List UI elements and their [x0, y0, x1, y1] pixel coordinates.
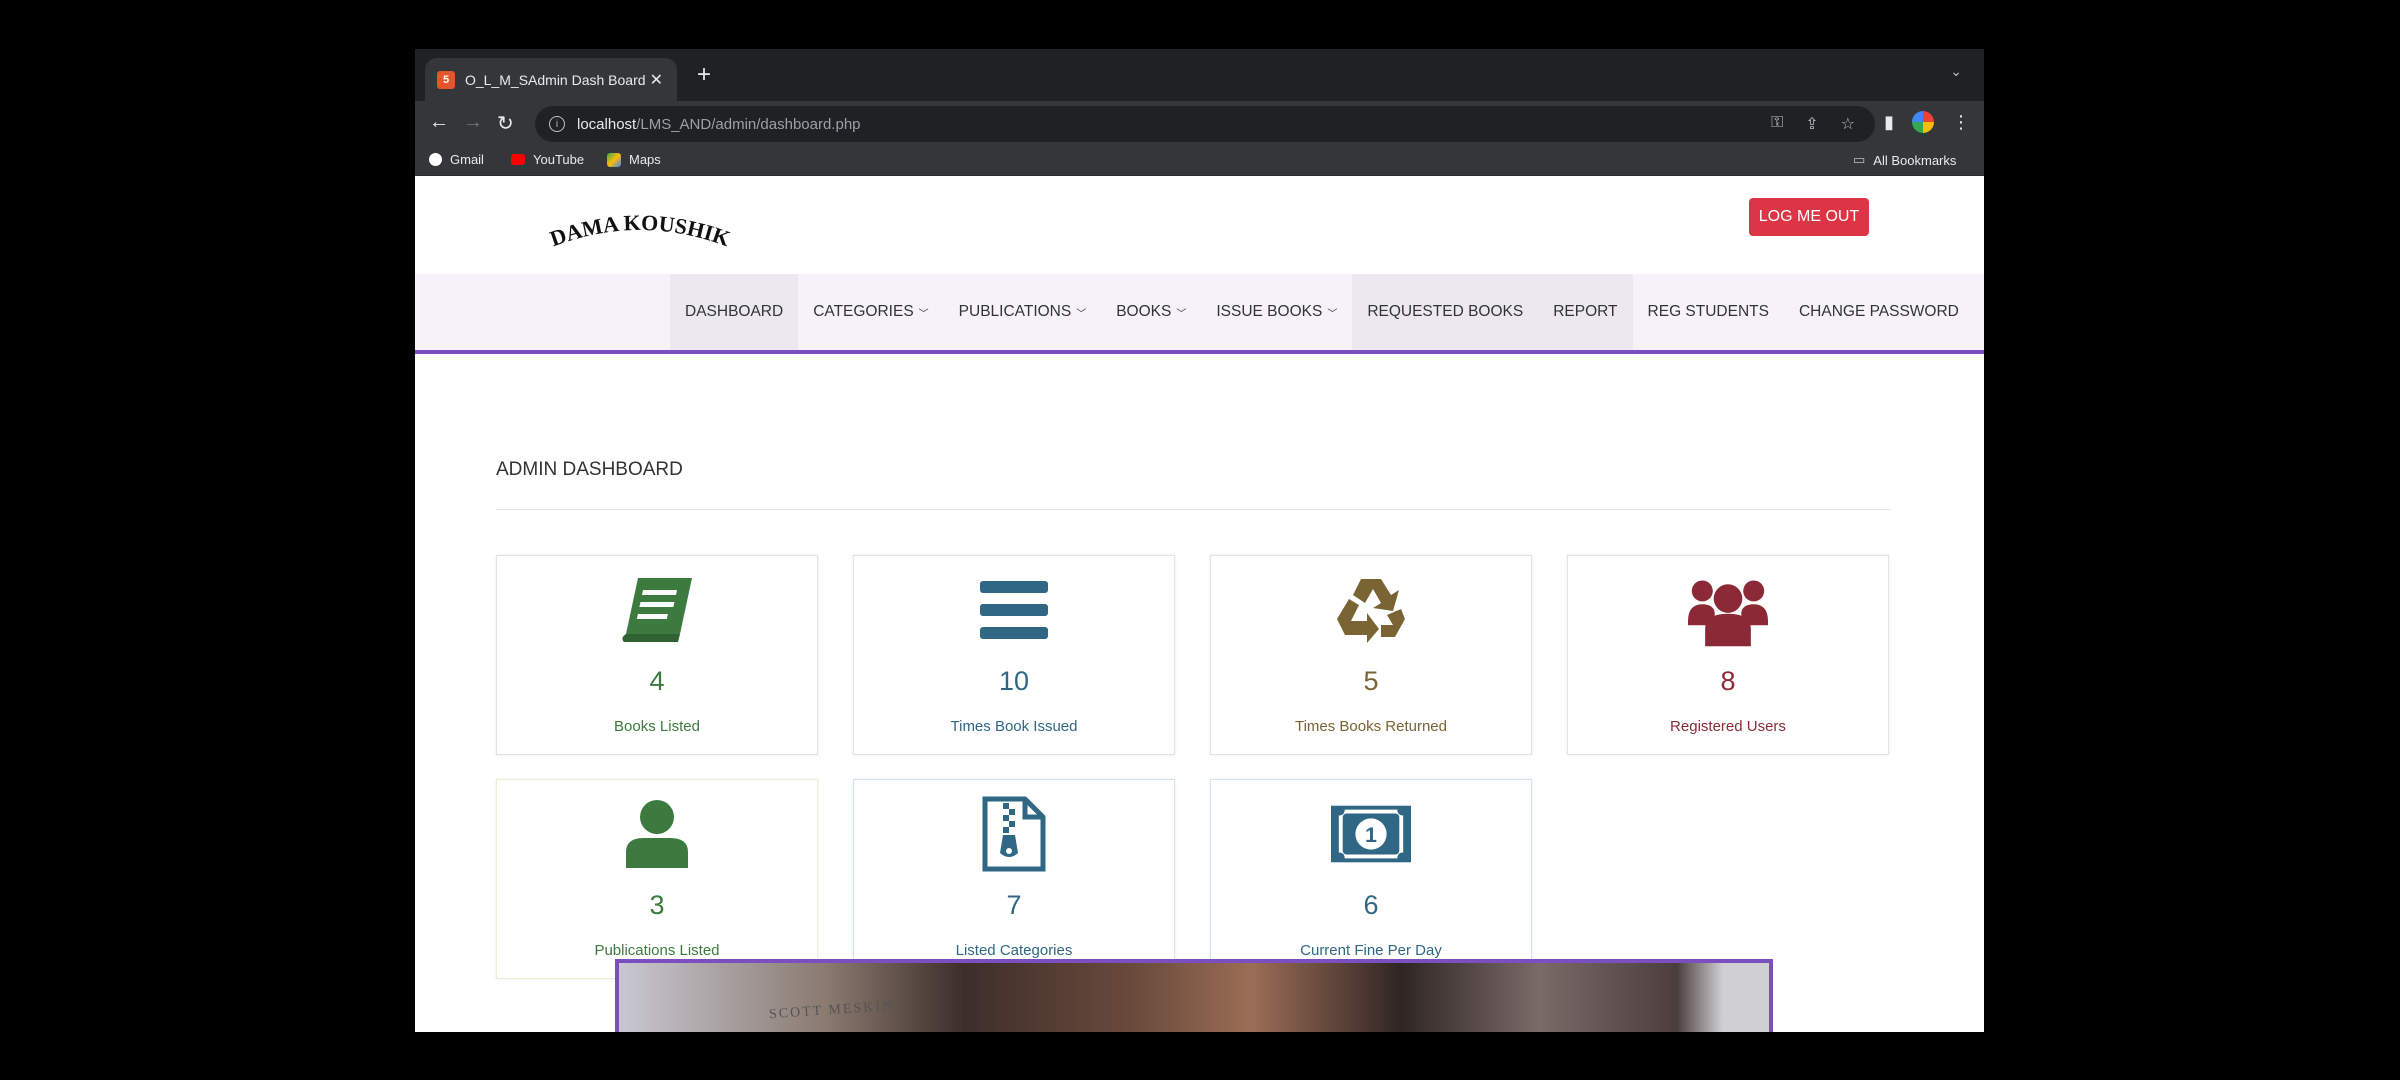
- banner-caption: SCOTT MESKIN: [768, 998, 895, 1023]
- stat-value: 3: [649, 890, 665, 920]
- stat-card-times-returned[interactable]: 5 Times Books Returned: [1210, 555, 1532, 755]
- close-icon[interactable]: ✕: [650, 70, 663, 90]
- chevron-down-icon[interactable]: ⌄: [1950, 63, 1962, 80]
- stat-label: Times Books Returned: [1294, 718, 1447, 735]
- maps-icon: [607, 152, 621, 167]
- back-icon[interactable]: ←: [429, 111, 449, 134]
- browser-tab[interactable]: 5 O_L_M_SAdmin Dash Board ✕: [425, 58, 677, 101]
- stat-label: Registered Users: [1670, 718, 1786, 735]
- stat-value: 10: [998, 666, 1030, 696]
- library-banner-image: SCOTT MESKIN: [615, 959, 1773, 1032]
- nav-dashboard[interactable]: DASHBOARD: [670, 274, 799, 350]
- stat-value: 8: [1720, 666, 1736, 696]
- bookmark-maps[interactable]: Maps: [607, 152, 661, 167]
- chevron-down-icon: ﹀: [918, 308, 929, 320]
- stat-label: Books Listed: [614, 718, 700, 735]
- stat-card-times-issued[interactable]: 10 Times Book Issued: [853, 555, 1175, 755]
- page-title: ADMIN DASHBOARD: [496, 459, 683, 480]
- file-archive-icon: [974, 796, 1054, 872]
- share-icon[interactable]: ⇪: [1805, 114, 1818, 134]
- money-icon: 1: [1331, 798, 1411, 870]
- nav-books[interactable]: BOOKS ﹀: [1101, 274, 1201, 350]
- main-nav: DASHBOARD CATEGORIES ﹀ PUBLICATIONS ﹀ BOOK…: [415, 274, 1984, 354]
- stat-value: 5: [1363, 666, 1379, 696]
- avatar[interactable]: [1912, 111, 1934, 133]
- nav-report[interactable]: REPORT: [1538, 274, 1633, 350]
- bookmark-youtube[interactable]: YouTube: [511, 152, 584, 167]
- stat-value: 4: [649, 666, 665, 696]
- nav-issue-books[interactable]: ISSUE BOOKS ﹀: [1201, 274, 1352, 350]
- stat-value: 7: [1006, 890, 1022, 920]
- forward-icon[interactable]: →: [463, 111, 483, 134]
- bookmark-gmail[interactable]: Gmail: [429, 152, 484, 167]
- site-logo: DAMA KOUSHIK: [546, 210, 733, 251]
- svg-text:DAMA KOUSHIK: DAMA KOUSHIK: [546, 210, 733, 251]
- reload-icon[interactable]: ↻: [497, 111, 514, 136]
- bookmarks-bar: Gmail YouTube Maps ▭ All Bookmarks: [415, 147, 1984, 176]
- chevron-down-icon: ﹀: [1327, 308, 1338, 320]
- stat-card-publications-listed[interactable]: 3 Publications Listed: [496, 779, 818, 979]
- nav-categories[interactable]: CATEGORIES ﹀: [798, 274, 943, 350]
- youtube-icon: [511, 154, 525, 165]
- nav-reg-students[interactable]: REG STUDENTS: [1633, 274, 1784, 350]
- stat-label: Current Fine Per Day: [1300, 942, 1442, 959]
- tab-strip: 5 O_L_M_SAdmin Dash Board ✕ + ⌄: [415, 49, 1984, 101]
- stat-label: Listed Categories: [955, 942, 1073, 959]
- nav-change-password[interactable]: CHANGE PASSWORD: [1784, 274, 1974, 350]
- svg-text:1: 1: [1365, 823, 1377, 847]
- chevron-down-icon: ﹀: [1176, 308, 1187, 320]
- recycle-icon: [1331, 574, 1411, 646]
- list-icon: [974, 574, 1054, 646]
- divider: [496, 509, 1891, 510]
- folder-icon: ▭: [1853, 152, 1866, 167]
- address-bar[interactable]: i localhost/LMS_AND/admin/dashboard.php …: [535, 106, 1875, 142]
- stat-label: Times Book Issued: [950, 718, 1078, 735]
- key-icon[interactable]: ⚿: [1771, 114, 1783, 134]
- users-icon: [1688, 574, 1768, 647]
- stat-card-listed-categories[interactable]: 7 Listed Categories: [853, 779, 1175, 979]
- all-bookmarks[interactable]: ▭ All Bookmarks: [1853, 152, 1956, 168]
- info-icon[interactable]: i: [549, 116, 565, 132]
- stat-card-books-listed[interactable]: 4 Books Listed: [496, 555, 818, 755]
- tab-title: O_L_M_SAdmin Dash Board: [465, 71, 646, 88]
- book-icon: [617, 574, 697, 646]
- url-text[interactable]: localhost/LMS_AND/admin/dashboard.php: [577, 116, 861, 133]
- nav-publications[interactable]: PUBLICATIONS ﹀: [944, 274, 1102, 350]
- page-content: DAMA KOUSHIK LOG ME OUT DASHBOARD CATEGO…: [415, 176, 1984, 1032]
- chevron-down-icon: ﹀: [1076, 308, 1087, 320]
- browser-window: 5 O_L_M_SAdmin Dash Board ✕ + ⌄ ← → ↻ i …: [415, 49, 1984, 1032]
- stat-card-current-fine[interactable]: 1 6 Current Fine Per Day: [1210, 779, 1532, 979]
- side-panel-icon[interactable]: ▮: [1884, 112, 1894, 133]
- stat-value: 6: [1363, 890, 1379, 920]
- nav-requested-books[interactable]: REQUESTED BOOKS: [1352, 274, 1539, 350]
- star-icon[interactable]: ☆: [1841, 114, 1855, 134]
- stat-label: Publications Listed: [594, 942, 720, 959]
- logout-button[interactable]: LOG ME OUT: [1749, 198, 1869, 236]
- browser-toolbar: ← → ↻ i localhost/LMS_AND/admin/dashboar…: [415, 101, 1984, 147]
- html-icon: 5: [437, 70, 455, 89]
- kebab-menu-icon[interactable]: ⋮: [1952, 112, 1970, 133]
- google-icon: [429, 153, 442, 166]
- stat-card-registered-users[interactable]: 8 Registered Users: [1567, 555, 1889, 755]
- new-tab-icon[interactable]: +: [697, 61, 711, 89]
- user-icon: [617, 798, 697, 870]
